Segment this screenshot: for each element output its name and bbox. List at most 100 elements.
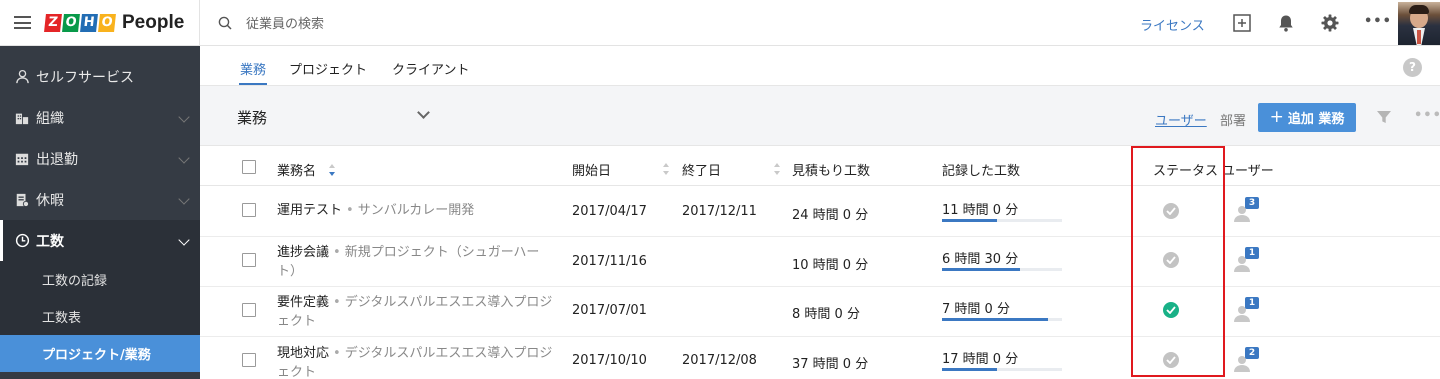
- column-header-start-date[interactable]: 開始日: [572, 160, 611, 179]
- search-icon: [218, 16, 232, 30]
- row-checkbox[interactable]: [242, 203, 256, 217]
- calendar-icon: [14, 151, 30, 167]
- sidebar-subitem-timesheets[interactable]: 工数表: [0, 298, 200, 335]
- logo-letter: Z: [44, 14, 62, 32]
- start-date-cell: 2017/10/10: [572, 353, 647, 368]
- employee-search-input[interactable]: [246, 13, 546, 35]
- task-name: 進捗会議: [277, 245, 330, 260]
- tab-tasks[interactable]: 業務: [240, 59, 266, 78]
- organization-icon: [14, 110, 30, 126]
- sidebar-subitem-projects-tasks[interactable]: プロジェクト/業務: [0, 335, 200, 372]
- row-checkbox[interactable]: [242, 353, 256, 367]
- hamburger-menu-icon[interactable]: [14, 16, 31, 29]
- logo-text: People: [122, 12, 185, 33]
- start-date-cell: 2017/07/01: [572, 303, 647, 318]
- progress-bar: [942, 219, 1062, 222]
- chevron-down-icon: [178, 193, 190, 205]
- toolbar-more-icon[interactable]: •••: [1414, 108, 1440, 123]
- row-checkbox[interactable]: [242, 303, 256, 317]
- view-selector[interactable]: 業務: [237, 107, 267, 128]
- progress-bar: [942, 368, 1062, 371]
- sort-icon[interactable]: [662, 162, 670, 176]
- task-name: 現地対応: [277, 346, 330, 361]
- progress-fill: [942, 268, 1020, 271]
- task-name: 運用テスト: [277, 203, 343, 218]
- top-header: Z O H O People ライセンス •••: [0, 0, 1440, 46]
- header-divider: [199, 0, 200, 46]
- sidebar-item-label: 休暇: [36, 192, 64, 209]
- sidebar-item-label: セルフサービス: [36, 69, 134, 86]
- sidebar-item-label: 組織: [36, 110, 64, 127]
- progress-fill: [942, 219, 998, 222]
- user-count-badge: 2: [1245, 347, 1259, 359]
- person-icon: [14, 69, 30, 85]
- add-task-button[interactable]: + 追加 業務: [1258, 103, 1356, 132]
- column-header-logged[interactable]: 記録した工数: [942, 160, 1020, 179]
- column-header-users[interactable]: ユーザー: [1222, 160, 1274, 179]
- task-name-cell[interactable]: 要件定義 • デジタルスパルエスエス導入プロジェクト: [277, 293, 557, 331]
- task-name-cell[interactable]: 進捗会議 • 新規プロジェクト（シュガーハート）: [277, 243, 557, 281]
- sidebar-item-organization[interactable]: 組織: [0, 97, 200, 138]
- status-column-highlight: [1131, 146, 1225, 377]
- sort-desc-icon[interactable]: [328, 163, 336, 177]
- user-count-badge: 1: [1245, 297, 1259, 309]
- logged-hours-cell: 7 時間 0 分: [942, 302, 1010, 317]
- task-name-cell[interactable]: 現地対応 • デジタルスパルエスエス導入プロジェクト: [277, 344, 557, 379]
- logged-hours-cell: 17 時間 0 分: [942, 352, 1019, 367]
- chevron-down-icon: [178, 111, 190, 123]
- logo-letter: O: [98, 14, 116, 32]
- task-name: 要件定義: [277, 295, 330, 310]
- select-all-checkbox[interactable]: [242, 160, 256, 174]
- add-square-icon[interactable]: [1232, 13, 1252, 33]
- estimate-cell: 10 時間 0 分: [792, 258, 869, 273]
- zoho-people-logo[interactable]: Z O H O People: [44, 12, 185, 34]
- logo-letter: H: [80, 14, 98, 32]
- gear-icon[interactable]: [1320, 13, 1340, 33]
- user-count-badge: 3: [1245, 197, 1259, 209]
- sidebar-item-self-service[interactable]: セルフサービス: [0, 56, 200, 97]
- column-header-estimate[interactable]: 見積もり工数: [792, 160, 870, 179]
- sidebar-item-timesheet[interactable]: 工数: [0, 220, 200, 261]
- sidebar-item-label: 工数: [36, 233, 64, 250]
- progress-bar: [942, 318, 1062, 321]
- sidebar-subitem-log-time[interactable]: 工数の記録: [0, 261, 200, 298]
- progress-fill: [942, 368, 998, 371]
- sort-icon[interactable]: [773, 162, 781, 176]
- start-date-cell: 2017/11/16: [572, 254, 647, 269]
- bell-icon[interactable]: [1276, 13, 1296, 33]
- sidebar-item-attendance[interactable]: 出退勤: [0, 138, 200, 179]
- help-icon[interactable]: ?: [1403, 58, 1422, 77]
- logo-letter: O: [62, 14, 80, 32]
- logged-hours-cell: 11 時間 0 分: [942, 203, 1019, 218]
- user-view-link[interactable]: ユーザー: [1155, 110, 1207, 129]
- tab-clients[interactable]: クライアント: [392, 59, 469, 78]
- row-checkbox[interactable]: [242, 253, 256, 267]
- column-header-end-date[interactable]: 終了日: [682, 160, 721, 179]
- estimate-cell: 37 時間 0 分: [792, 357, 869, 372]
- user-count-badge: 1: [1245, 247, 1259, 259]
- clock-icon: [14, 233, 30, 249]
- estimate-cell: 8 時間 0 分: [792, 307, 860, 322]
- start-date-cell: 2017/04/17: [572, 204, 647, 219]
- chevron-down-icon: [178, 152, 190, 164]
- license-link[interactable]: ライセンス: [1140, 15, 1205, 34]
- tab-projects[interactable]: プロジェクト: [289, 59, 367, 78]
- column-header-task[interactable]: 業務名: [277, 160, 316, 179]
- header-more-icon[interactable]: •••: [1364, 14, 1392, 29]
- progress-fill: [942, 318, 1048, 321]
- logged-hours-cell: 6 時間 30 分: [942, 252, 1019, 267]
- active-tab-indicator: [239, 83, 267, 85]
- toolbar: [200, 86, 1440, 146]
- end-date-cell: 2017/12/11: [682, 204, 757, 219]
- sidebar-item-leave[interactable]: 休暇: [0, 179, 200, 220]
- leave-icon: [14, 192, 30, 208]
- department-view-link[interactable]: 部署: [1220, 110, 1246, 129]
- filter-icon[interactable]: [1376, 109, 1392, 125]
- task-name-cell[interactable]: 運用テスト • サンバルカレー開発: [277, 201, 557, 220]
- sidebar-item-label: 出退勤: [36, 151, 78, 168]
- user-avatar[interactable]: [1398, 2, 1440, 45]
- tab-bar: [200, 46, 1440, 86]
- end-date-cell: 2017/12/08: [682, 353, 757, 368]
- project-name: サンバルカレー開発: [357, 203, 475, 218]
- progress-bar: [942, 268, 1062, 271]
